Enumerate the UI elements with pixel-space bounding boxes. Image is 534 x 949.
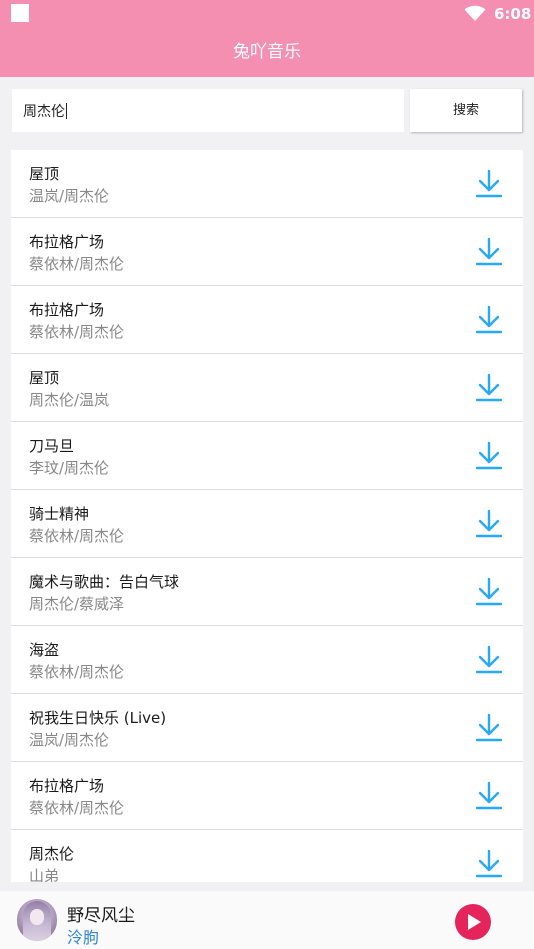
- status-bar: 6:08: [0, 0, 534, 28]
- album-cover-face: [30, 909, 44, 925]
- app-bar: 兔吖音乐: [0, 28, 534, 77]
- search-input[interactable]: 周杰伦: [12, 89, 404, 132]
- song-artist: 周杰伦/温岚: [29, 391, 110, 409]
- download-icon[interactable]: [475, 713, 503, 743]
- notification-icon: [11, 4, 29, 22]
- song-title: 布拉格广场: [29, 777, 105, 795]
- song-artist: 蔡依林/周杰伦: [29, 663, 125, 681]
- download-icon[interactable]: [475, 237, 503, 267]
- play-icon: [468, 914, 481, 930]
- status-time: 6:08: [494, 5, 532, 23]
- download-icon[interactable]: [475, 441, 503, 471]
- song-artist: 温岚/周杰伦: [29, 731, 110, 749]
- song-title: 刀马旦: [29, 437, 75, 455]
- song-artist: 蔡依林/周杰伦: [29, 799, 125, 817]
- now-playing-title: 野尽风尘: [67, 906, 135, 926]
- song-artist: 温岚/周杰伦: [29, 187, 110, 205]
- download-icon[interactable]: [475, 781, 503, 811]
- album-cover[interactable]: [17, 899, 57, 941]
- download-icon[interactable]: [475, 305, 503, 335]
- song-artist: 蔡依林/周杰伦: [29, 527, 125, 545]
- song-row[interactable]: 屋顶周杰伦/温岚: [11, 354, 523, 422]
- song-title: 祝我生日快乐 (Live): [29, 709, 167, 727]
- song-row[interactable]: 祝我生日快乐 (Live) 温岚/周杰伦: [11, 694, 523, 762]
- song-row[interactable]: 周杰伦 山弟: [11, 830, 523, 882]
- play-button[interactable]: [455, 904, 491, 940]
- song-title: 海盗: [29, 641, 60, 659]
- song-title: 屋顶: [29, 165, 60, 183]
- song-artist: 李玟/周杰伦: [29, 459, 110, 477]
- download-icon[interactable]: [475, 849, 503, 879]
- song-title: 布拉格广场: [29, 301, 105, 319]
- song-row[interactable]: 布拉格广场蔡依林/周杰伦: [11, 286, 523, 354]
- download-icon[interactable]: [475, 373, 503, 403]
- song-title: 屋顶: [29, 369, 60, 387]
- song-row[interactable]: 布拉格广场蔡依林/周杰伦: [11, 218, 523, 286]
- song-list: 屋顶 温岚/周杰伦 布拉格广场 蔡依林/周杰伦 布拉格广场 蔡依林/周杰伦 屋顶 周杰伦/温岚…: [11, 150, 523, 882]
- download-icon[interactable]: [475, 169, 503, 199]
- song-row[interactable]: 海盗蔡依林/周杰伦: [11, 626, 523, 694]
- song-title: 魔术与歌曲：告白气球: [29, 573, 180, 591]
- wifi-icon: [464, 5, 486, 21]
- now-playing-artist[interactable]: 泠朐: [67, 924, 99, 948]
- download-icon[interactable]: [475, 645, 503, 675]
- song-artist: 山弟: [29, 867, 60, 882]
- text-caret: [66, 103, 67, 119]
- song-artist: 周杰伦/蔡威泽: [29, 595, 125, 613]
- song-row[interactable]: 魔术与歌曲：告白气球 周杰伦/蔡威泽: [11, 558, 523, 626]
- song-title: 布拉格广场: [29, 233, 105, 251]
- song-title: 骑士精神: [29, 505, 90, 523]
- download-icon[interactable]: [475, 509, 503, 539]
- app-title: 兔吖音乐: [233, 42, 301, 62]
- song-row[interactable]: 骑士精神蔡依林/周杰伦: [11, 490, 523, 558]
- search-input-value: 周杰伦: [23, 104, 65, 120]
- song-title: 周杰伦: [29, 845, 75, 863]
- download-icon[interactable]: [475, 577, 503, 607]
- song-row[interactable]: 布拉格广场蔡依林/周杰伦: [11, 762, 523, 830]
- search-button[interactable]: 搜索: [410, 89, 522, 132]
- mini-player[interactable]: 野尽风尘 泠朐: [0, 891, 534, 949]
- song-row[interactable]: 刀马旦李玟/周杰伦: [11, 422, 523, 490]
- song-row[interactable]: 屋顶温岚/周杰伦: [11, 150, 523, 218]
- song-artist: 蔡依林/周杰伦: [29, 323, 125, 341]
- song-artist: 蔡依林/周杰伦: [29, 255, 125, 273]
